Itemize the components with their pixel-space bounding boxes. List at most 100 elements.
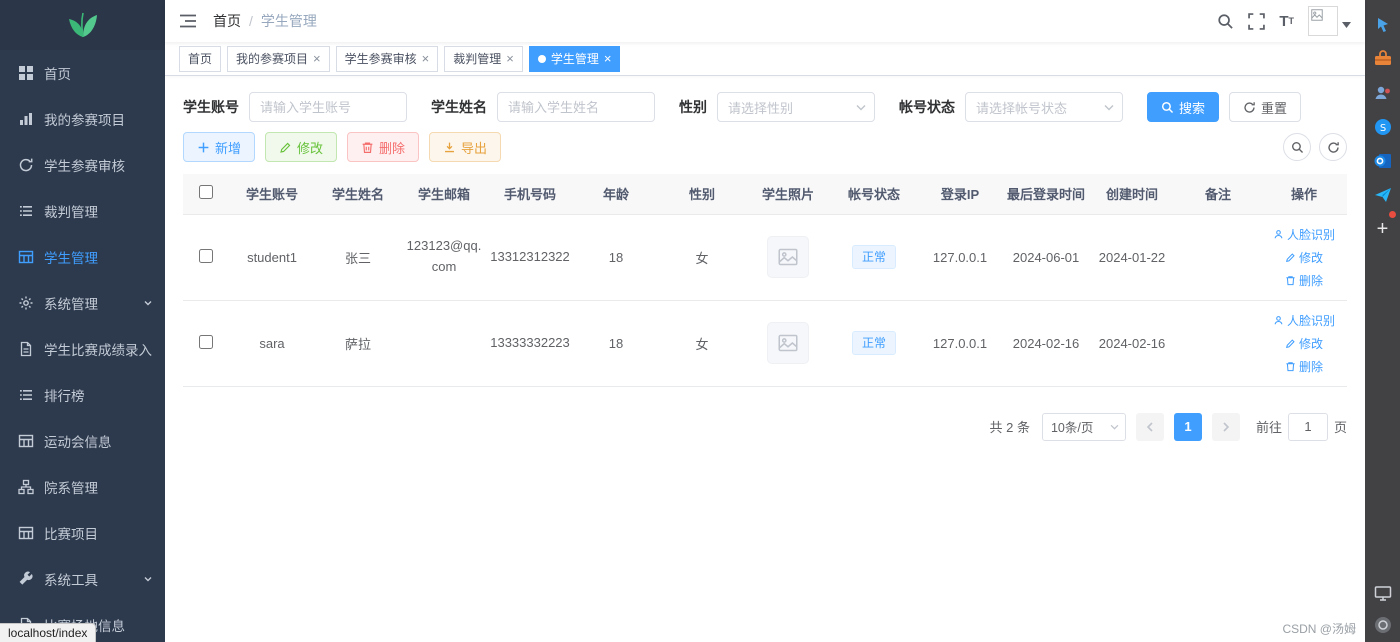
tab-student-management[interactable]: 学生管理 × [528,45,621,72]
tab-label: 学生参赛审核 [344,52,417,66]
close-icon[interactable]: × [422,52,430,65]
next-page-button[interactable] [1211,412,1240,441]
row-edit-link[interactable]: 修改 [1285,335,1323,352]
pagination-jumper: 前往 页 [1256,412,1347,441]
contacts-icon[interactable] [1372,82,1394,104]
cell-account: sara [229,300,315,387]
row-checkbox[interactable] [199,248,213,263]
filter-gender-label: 性别 [679,99,707,115]
sidebar-item-label: 学生比赛成绩录入 [44,343,152,358]
prev-page-button[interactable] [1135,412,1164,441]
close-icon[interactable]: × [604,52,612,65]
tab-label: 我的参赛项目 [236,52,309,66]
photo-placeholder[interactable] [767,322,809,364]
photo-placeholder[interactable] [767,236,809,278]
sidebar-item-student-management[interactable]: 学生管理 [0,234,165,280]
sidebar-item-sports-meeting-info[interactable]: 运动会信息 [0,418,165,464]
edit-button[interactable]: 修改 [265,132,338,162]
page-size-select[interactable]: 10条/页 [1041,412,1126,441]
face-recognition-label: 人脸识别 [1286,313,1335,328]
tab-referee[interactable]: 裁判管理 × [444,45,523,72]
tab-student-audit[interactable]: 学生参赛审核 × [335,45,439,72]
row-edit-link[interactable]: 修改 [1285,249,1323,266]
tab-my-projects[interactable]: 我的参赛项目 × [227,45,330,72]
col-photo: 学生照片 [745,174,831,215]
svg-text:S: S [1379,123,1385,134]
tab-home[interactable]: 首页 [179,45,222,72]
cell-name: 张三 [315,214,401,301]
export-button[interactable]: 导出 [429,132,502,162]
status-badge: 正常 [851,245,896,269]
row-checkbox[interactable] [199,334,213,349]
cursor-icon[interactable] [1372,14,1394,36]
face-recognition-link[interactable]: 人脸识别 [1273,226,1335,243]
chevron-right-icon [1223,421,1230,432]
col-last-login: 最后登录时间 [1003,174,1089,215]
col-email: 学生邮箱 [401,174,487,215]
sidebar-item-system-tools[interactable]: 系统工具 [0,556,165,602]
toolbox-icon[interactable] [1372,48,1394,70]
col-name: 学生姓名 [315,174,401,215]
close-icon[interactable]: × [313,52,321,65]
browser-sidebar: S + [1365,0,1400,642]
search-button-label: 搜索 [1179,100,1206,116]
cell-login-ip: 127.0.0.1 [917,214,1003,301]
reset-button-label: 重置 [1261,100,1288,116]
reset-button[interactable]: 重置 [1229,92,1302,122]
user-menu[interactable] [1308,6,1351,36]
search-button[interactable]: 搜索 [1147,92,1220,122]
paper-plane-icon[interactable] [1372,184,1394,206]
cell-remark [1175,214,1261,301]
page-number-button[interactable]: 1 [1173,412,1202,441]
sidebar-item-label: 系统工具 [44,573,98,588]
sidebar-item-my-projects[interactable]: 我的参赛项目 [0,96,165,142]
sidebar-item-system-management[interactable]: 系统管理 [0,280,165,326]
select-all-checkbox[interactable] [199,185,213,200]
account-input[interactable] [249,92,407,122]
breadcrumb-home[interactable]: 首页 [213,11,241,31]
sidebar-item-student-audit[interactable]: 学生参赛审核 [0,142,165,188]
status-select[interactable]: 请选择帐号状态 [965,92,1123,122]
face-recognition-link[interactable]: 人脸识别 [1273,312,1335,329]
search-icon [1161,101,1174,113]
skype-icon[interactable]: S [1372,116,1394,138]
refresh-button[interactable] [1319,133,1347,161]
add-button[interactable]: 新增 [183,132,256,162]
person-icon [1274,315,1283,324]
sidebar-item-score-entry[interactable]: 学生比赛成绩录入 [0,326,165,372]
trash-icon [1286,361,1295,371]
toggle-search-button[interactable] [1283,133,1311,161]
col-status: 帐号状态 [831,174,917,215]
name-input[interactable] [497,92,655,122]
gender-select[interactable]: 请选择性别 [717,92,875,122]
caret-down-icon[interactable] [1342,22,1351,28]
font-size-icon[interactable]: TT [1279,14,1294,29]
workspace-icon[interactable] [1372,614,1394,636]
monitor-icon[interactable] [1372,582,1394,604]
delete-button-label: 删除 [379,140,406,156]
goto-page-input[interactable] [1287,412,1328,441]
sidebar-item-referee[interactable]: 裁判管理 [0,188,165,234]
sidebar-item-department[interactable]: 院系管理 [0,464,165,510]
refresh-icon [1327,141,1339,153]
col-age: 年龄 [573,174,659,215]
search-icon[interactable] [1217,13,1234,30]
row-delete-link[interactable]: 删除 [1285,272,1323,289]
close-icon[interactable]: × [506,52,514,65]
filter-account: 学生账号 [183,92,407,122]
fullscreen-icon[interactable] [1248,12,1266,30]
delete-button[interactable]: 删除 [347,132,420,162]
avatar-broken-image-icon[interactable] [1308,6,1338,36]
filter-form: 学生账号 学生姓名 性别 请选择性别 帐号状态 [183,92,1347,122]
select-placeholder: 请选择帐号状态 [976,100,1068,116]
add-sidebar-item-icon[interactable]: + [1372,211,1396,240]
menu-fold-icon[interactable] [179,13,197,29]
sidebar-item-home[interactable]: 首页 [0,50,165,96]
outlook-icon[interactable] [1372,150,1394,172]
sidebar-item-competition-events[interactable]: 比赛项目 [0,510,165,556]
sidebar-item-ranking[interactable]: 排行榜 [0,372,165,418]
table-row: student1 张三 123123@qq.com 13312312322 18… [183,214,1347,301]
app-root: 首页 我的参赛项目 学生参赛审核 裁判管理 学生管理 系统管理 学生比赛成绩录入… [0,0,1400,642]
row-delete-link[interactable]: 删除 [1285,358,1323,375]
row-select-cell [183,300,229,387]
